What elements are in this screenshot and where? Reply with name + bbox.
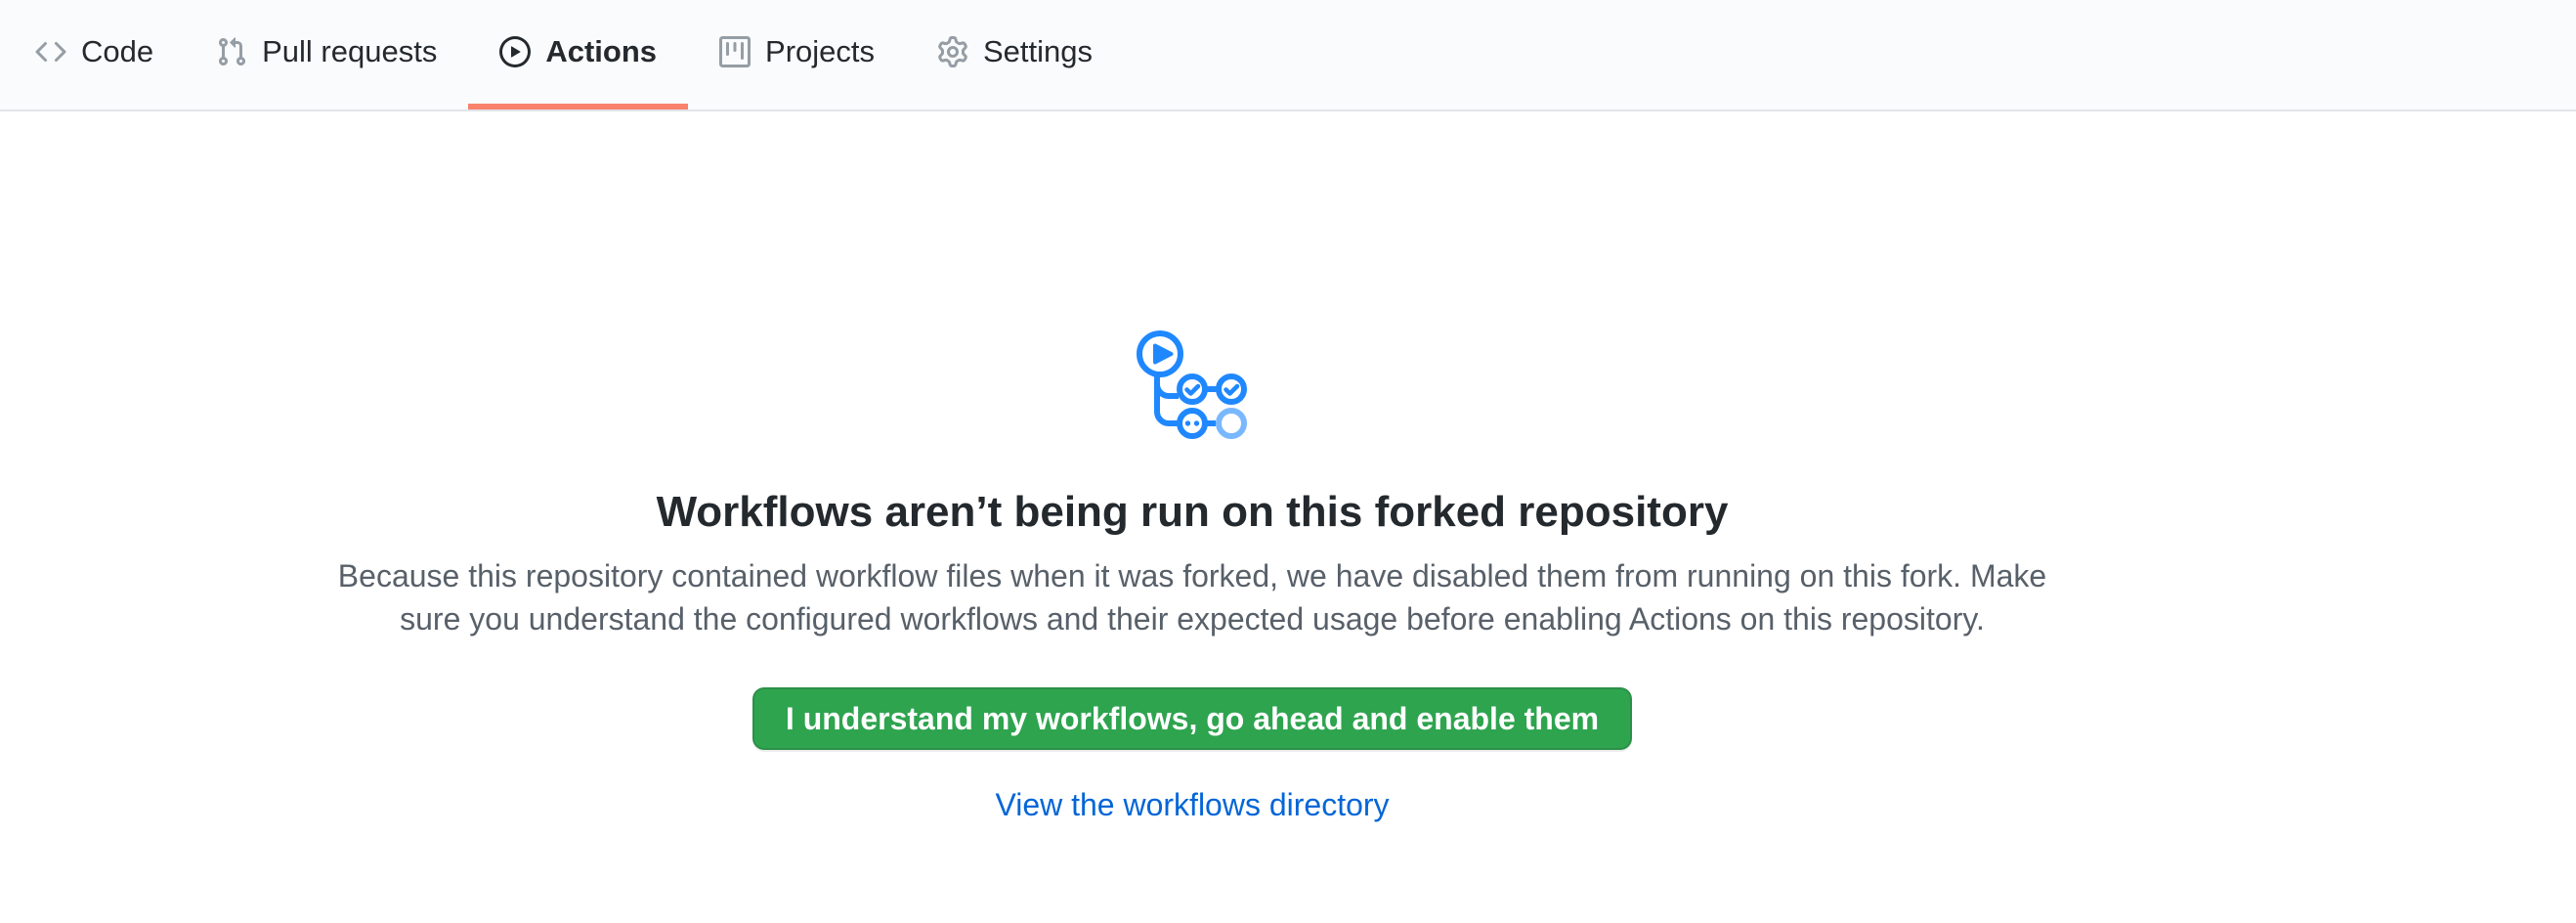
view-workflows-directory-link[interactable]: View the workflows directory [995,787,1389,823]
code-icon [35,36,66,67]
tab-label: Pull requests [262,34,437,69]
tab-label: Settings [983,34,1093,69]
tab-label: Code [81,34,153,69]
project-icon [719,36,751,67]
play-icon [499,36,531,67]
tab-settings[interactable]: Settings [906,0,1124,110]
tab-label: Actions [545,34,657,69]
tab-label: Projects [765,34,875,69]
tab-pull-requests[interactable]: Pull requests [185,0,468,110]
tab-code[interactable]: Code [4,0,185,110]
explanation-line-1: Because this repository contained workfl… [0,554,2384,597]
enable-workflows-button[interactable]: I understand my workflows, go ahead and … [752,687,1632,750]
tab-projects[interactable]: Projects [688,0,906,110]
explanation-line-2: sure you understand the configured workf… [0,597,2384,640]
tab-actions[interactable]: Actions [468,0,688,110]
gear-icon [937,36,968,67]
page-title: Workflows aren’t being run on this forke… [0,485,2384,539]
workflows-disabled-panel: Workflows aren’t being run on this forke… [0,111,2384,823]
repo-tab-bar: Code Pull requests Actions Projects Sett… [0,0,2576,111]
git-pull-request-icon [216,36,247,67]
explanation-text: Because this repository contained workfl… [0,554,2384,640]
workflow-graph-icon [1137,330,1248,441]
